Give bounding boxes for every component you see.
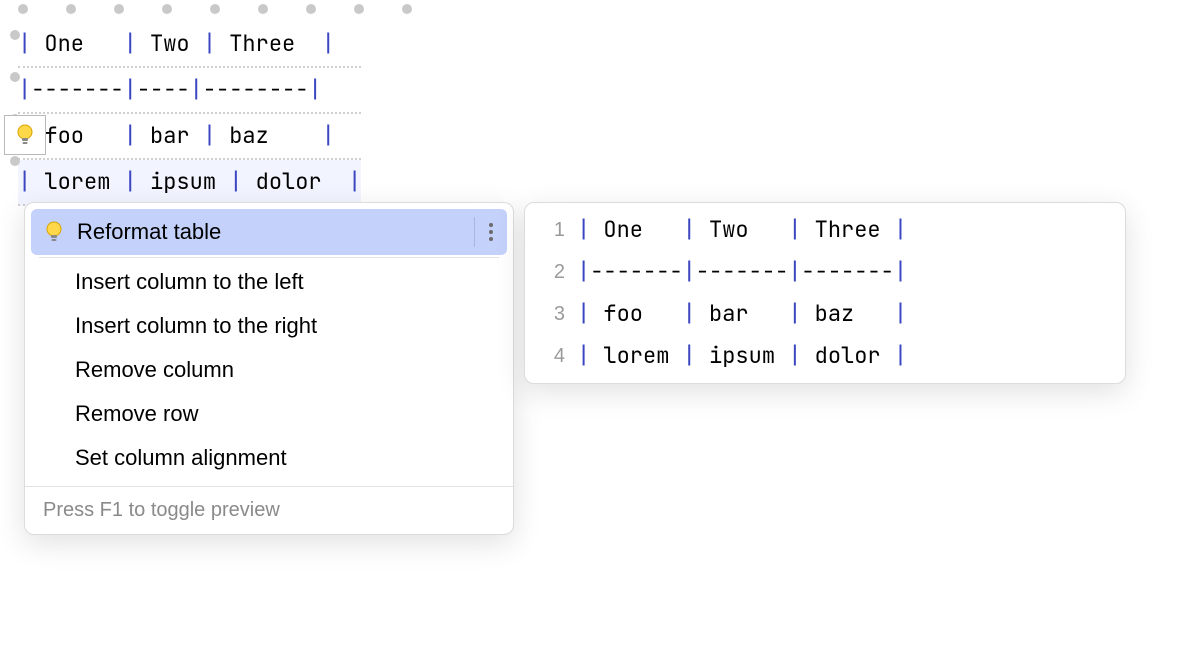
line-number: 4 xyxy=(535,335,565,377)
more-options-icon[interactable] xyxy=(474,217,493,247)
intention-action-item[interactable]: Remove row xyxy=(31,392,507,436)
intention-bulb-button[interactable] xyxy=(4,115,46,155)
preview-panel: 1| One | Two | Three |2|-------|-------|… xyxy=(524,202,1126,384)
preview-line: 4| lorem | ipsum | dolor | xyxy=(535,335,1115,377)
line-number: 3 xyxy=(535,293,565,335)
ruler-marks xyxy=(18,4,412,14)
preview-line: 3| foo | bar | baz | xyxy=(535,293,1115,335)
preview-line: 2|-------|-------|-------| xyxy=(535,251,1115,293)
editor-code-area[interactable]: | One | Two | Three ||-------|----|-----… xyxy=(0,0,361,206)
intention-actions-popup: Reformat table Insert column to the left I… xyxy=(24,202,514,535)
line-number: 2 xyxy=(535,251,565,293)
intention-action-item[interactable]: Insert column to the right xyxy=(31,304,507,348)
popup-separator xyxy=(39,257,499,258)
intention-action-label: Reformat table xyxy=(77,219,474,245)
editor-line[interactable]: | foo | bar | baz | xyxy=(18,114,361,160)
intention-action-label: Remove column xyxy=(75,357,234,383)
line-number: 1 xyxy=(535,209,565,251)
intention-action-label: Insert column to the left xyxy=(75,269,304,295)
popup-footer-hint: Press F1 to toggle preview xyxy=(25,486,513,534)
intention-action-label: Insert column to the right xyxy=(75,313,317,339)
intention-action-item[interactable]: Insert column to the left xyxy=(31,260,507,304)
lightbulb-icon xyxy=(16,123,34,147)
lightbulb-icon xyxy=(45,220,63,244)
preview-line: 1| One | Two | Three | xyxy=(535,209,1115,251)
intention-action-label: Remove row xyxy=(75,401,198,427)
intention-action-item[interactable]: Remove column xyxy=(31,348,507,392)
intention-action-label: Set column alignment xyxy=(75,445,287,471)
intention-action-item[interactable]: Set column alignment xyxy=(31,436,507,480)
editor-line[interactable]: |-------|----|--------| xyxy=(18,68,361,114)
intention-action-item[interactable]: Reformat table xyxy=(31,209,507,255)
editor-line[interactable]: | One | Two | Three | xyxy=(18,22,361,68)
editor-line[interactable]: | lorem | ipsum | dolor | xyxy=(18,160,361,206)
